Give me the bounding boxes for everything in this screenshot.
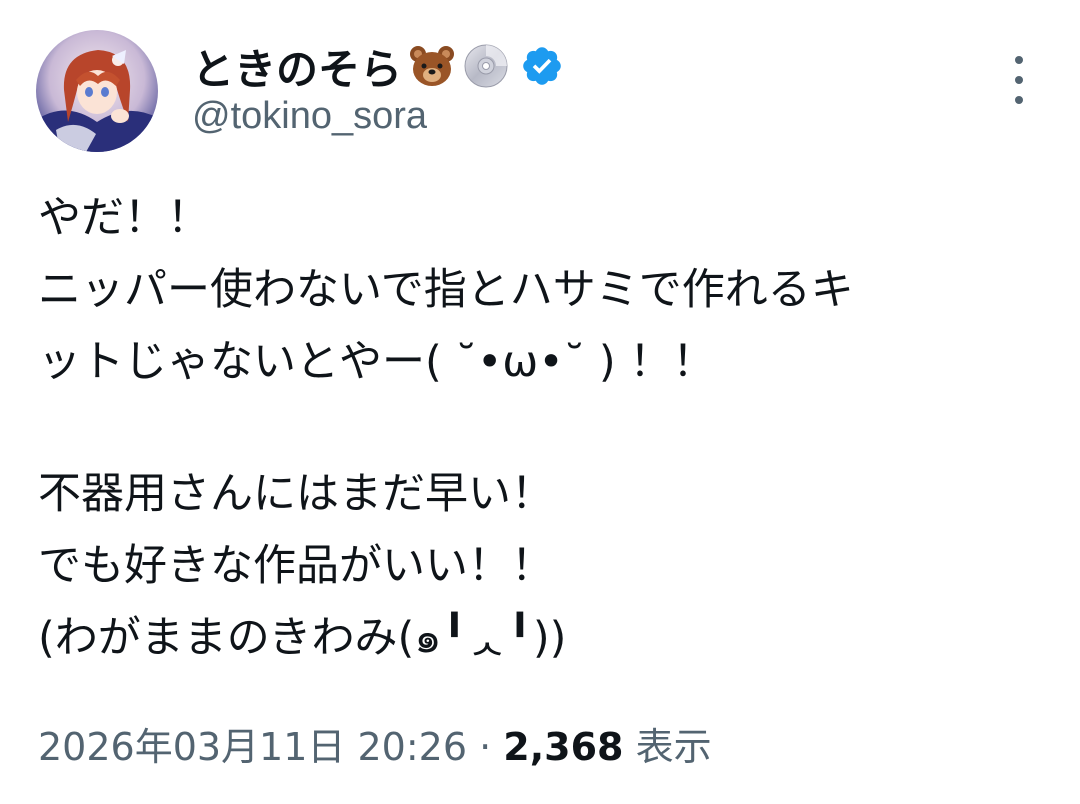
- tweet-card: ときのそら @tokino_sora やだ！！ ニッパー使わないで指とハサミで作…: [0, 0, 1080, 804]
- views-count: 2,368: [503, 725, 624, 769]
- tweet-text: やだ！！ ニッパー使わないで指とハサミで作れるキ ットじゃないとやー( ˘•ω•…: [38, 182, 1048, 674]
- views-label: 表示: [635, 725, 712, 769]
- author-handle[interactable]: @tokino_sora: [192, 95, 427, 138]
- tweet-text-line: でも好きな作品がいい！！: [38, 541, 554, 591]
- display-name[interactable]: ときのそら: [192, 36, 402, 97]
- tweet-meta: 2026年03月11日 20:26 · 2,368 表示: [38, 716, 712, 771]
- bear-face-emoji-icon: [408, 42, 456, 90]
- tweet-timestamp[interactable]: 2026年03月11日 20:26: [38, 725, 467, 769]
- tweet-text-line: (わがままのきわみ(๑╹ᆺ╹)): [38, 613, 567, 663]
- more-dot-icon: [1015, 56, 1023, 64]
- verified-badge-icon[interactable]: [520, 44, 564, 88]
- tweet-text-line: やだ！！: [38, 193, 210, 243]
- more-options-button[interactable]: [1004, 56, 1034, 104]
- tweet-text-line: ットじゃないとやー( ˘•ω•˘ ) ！！: [38, 337, 716, 387]
- more-dot-icon: [1015, 76, 1023, 84]
- author-name-row[interactable]: ときのそら: [192, 36, 564, 96]
- more-dot-icon: [1015, 96, 1023, 104]
- avatar[interactable]: [36, 30, 158, 152]
- dvd-disc-emoji-icon: [462, 42, 510, 90]
- tweet-text-line: ニッパー使わないで指とハサミで作れるキ: [38, 265, 854, 315]
- meta-separator: ·: [479, 725, 492, 769]
- tweet-text-line: 不器用さんにはまだ早い！: [38, 469, 554, 519]
- avatar-image: [36, 30, 158, 152]
